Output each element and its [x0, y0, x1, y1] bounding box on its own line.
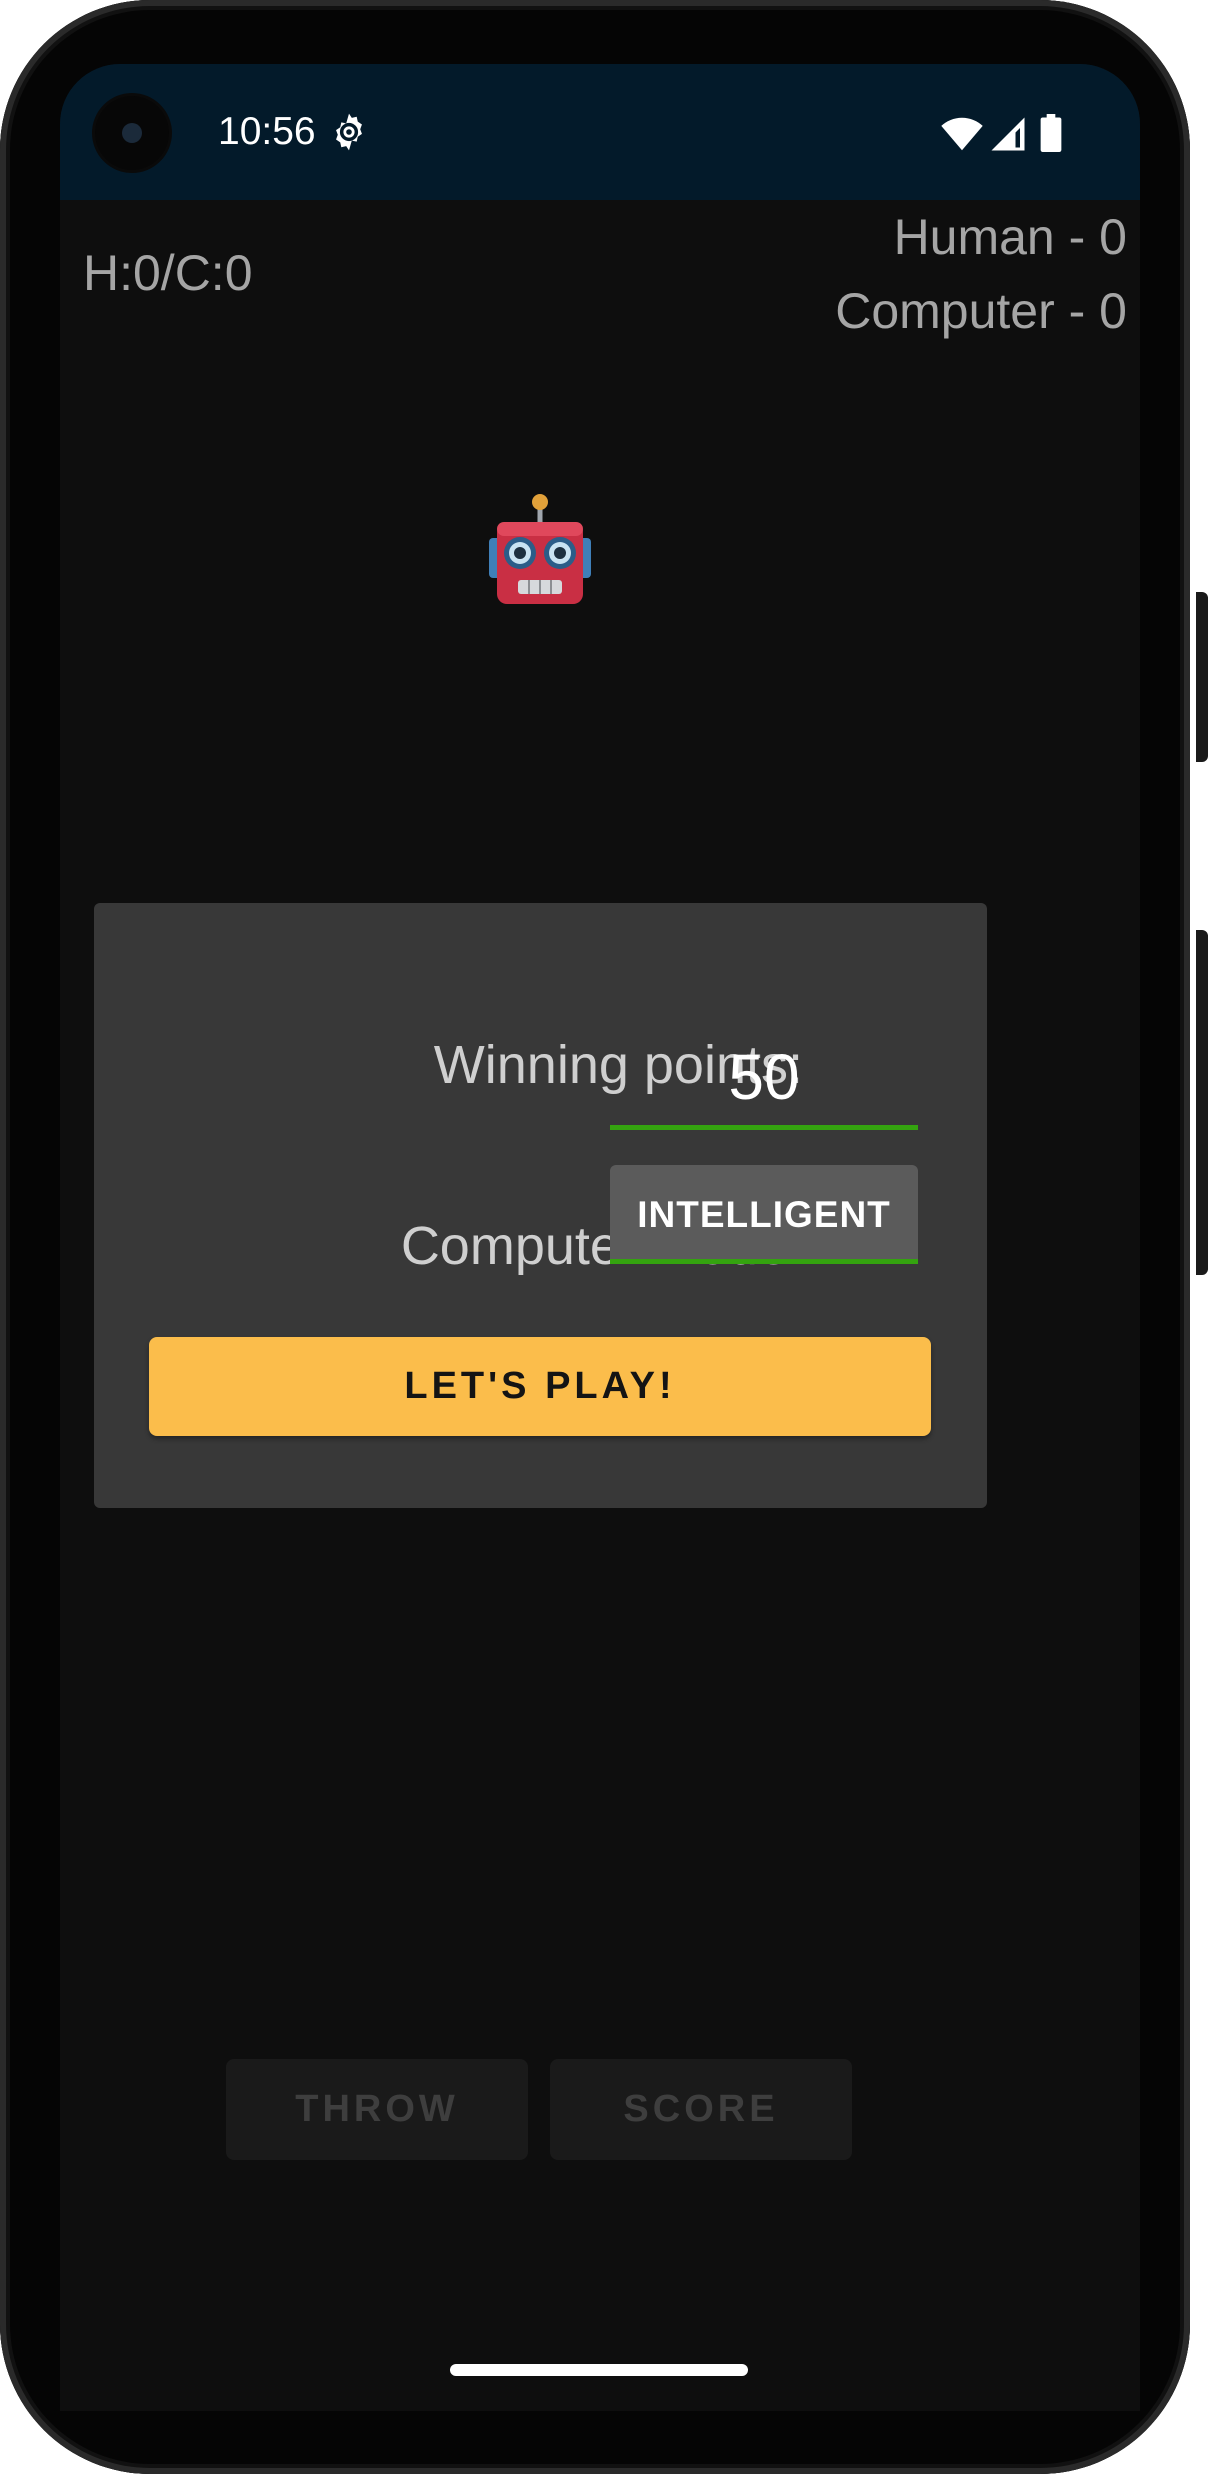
volume-button [1196, 930, 1208, 1275]
lets-play-button[interactable]: LET'S PLAY! [149, 1337, 931, 1436]
cell-signal-icon [991, 117, 1025, 151]
status-bar: 10:56 [60, 64, 1140, 200]
computer-mode-value: INTELLIGENT [637, 1194, 891, 1235]
computer-score: Computer - 0 [835, 283, 1127, 339]
throw-button[interactable]: THROW [226, 2059, 528, 2160]
status-time: 10:56 [218, 110, 316, 153]
computer-mode-button[interactable]: INTELLIGENT [610, 1165, 918, 1264]
front-camera [95, 96, 169, 170]
input-underline [610, 1125, 918, 1130]
winning-points-input[interactable]: 50 [610, 1040, 918, 1130]
battery-icon [1040, 114, 1062, 152]
settings-gear-icon [336, 113, 362, 151]
wifi-icon [941, 117, 983, 151]
score-summary: H:0/C:0 [83, 245, 253, 301]
winning-points-value: 50 [728, 1041, 800, 1113]
score-button[interactable]: SCORE [550, 2059, 852, 2160]
robot-icon [489, 494, 591, 604]
mode-underline [610, 1259, 918, 1264]
player-scores: Human - 0 Computer - 0 [835, 200, 1127, 348]
human-score: Human - 0 [893, 209, 1127, 265]
home-gesture-bar[interactable] [450, 2364, 748, 2376]
power-button [1196, 592, 1208, 762]
